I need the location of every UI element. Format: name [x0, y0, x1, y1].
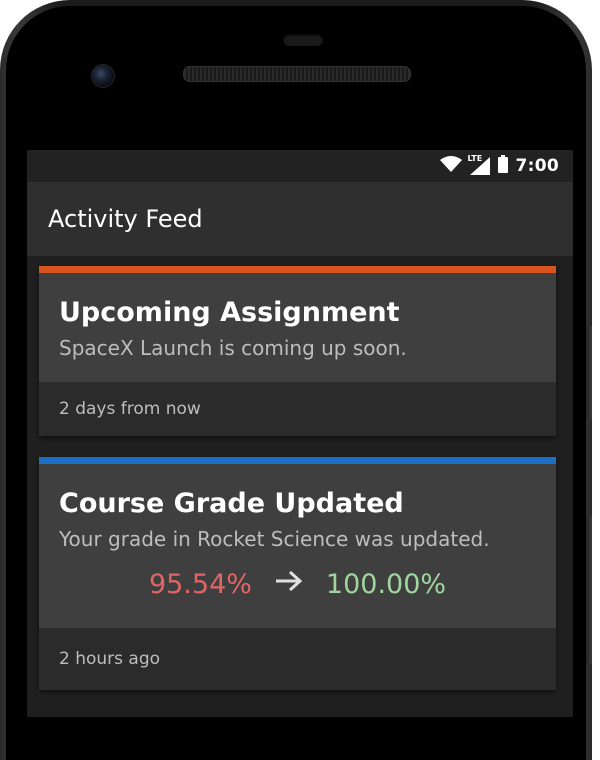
card-title: Course Grade Updated [59, 488, 404, 519]
app-bar: Activity Feed [27, 182, 573, 256]
new-grade: 100.00% [325, 569, 447, 600]
front-camera [91, 64, 115, 88]
status-time: 7:00 [515, 156, 559, 176]
card-message: SpaceX Launch is coming up soon. [59, 336, 407, 360]
card-body: Upcoming Assignment SpaceX Launch is com… [39, 273, 556, 382]
card-body: Course Grade Updated Your grade in Rocke… [39, 464, 556, 628]
status-bar: LTE 7:00 [27, 150, 573, 182]
grade-change: 95.54% 100.00% [59, 569, 536, 600]
speaker-grille [183, 66, 411, 82]
activity-card-upcoming-assignment[interactable]: Upcoming Assignment SpaceX Launch is com… [39, 266, 556, 436]
card-title: Upcoming Assignment [59, 297, 400, 328]
activity-feed-list: Upcoming Assignment SpaceX Launch is com… [27, 256, 573, 690]
card-timestamp: 2 days from now [59, 399, 201, 419]
arrow-right-icon [274, 569, 304, 600]
screen: LTE 7:00 Activity Feed Upcoming Assignme… [27, 150, 573, 717]
card-message: Your grade in Rocket Science was updated… [59, 527, 490, 551]
battery-icon [497, 155, 508, 177]
signal-icon: LTE [467, 154, 490, 175]
old-grade: 95.54% [148, 569, 252, 600]
card-accent-stripe [39, 457, 556, 464]
card-footer: 2 hours ago [39, 628, 556, 690]
activity-card-grade-updated[interactable]: Course Grade Updated Your grade in Rocke… [39, 457, 556, 690]
network-type-label: LTE [467, 154, 483, 163]
card-footer: 2 days from now [39, 382, 556, 436]
card-accent-stripe [39, 266, 556, 273]
earpiece [283, 34, 323, 46]
page-title: Activity Feed [48, 205, 203, 233]
card-timestamp: 2 hours ago [59, 649, 161, 669]
wifi-icon [439, 156, 462, 176]
